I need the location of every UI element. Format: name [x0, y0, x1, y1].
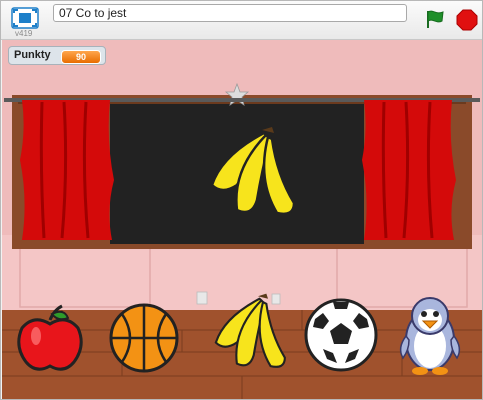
player-toolbar: v419 07 Co to jest	[1, 1, 482, 40]
score-label: Punkty	[14, 49, 51, 61]
green-flag-icon[interactable]	[423, 8, 445, 30]
penguin-sprite[interactable]	[395, 296, 465, 376]
banana-sprite	[210, 127, 296, 216]
stage[interactable]: Punkty 90	[2, 40, 482, 399]
score-monitor: Punkty 90	[8, 46, 106, 65]
apple-sprite[interactable]	[14, 302, 86, 374]
score-value: 90	[61, 50, 101, 64]
stop-icon[interactable]	[456, 9, 478, 31]
project-title-field[interactable]: 07 Co to jest	[53, 4, 407, 22]
fullscreen-icon[interactable]	[11, 7, 39, 29]
soccer-ball-sprite[interactable]	[303, 297, 379, 373]
scratch-player: v419 07 Co to jest Punkty 90	[0, 0, 483, 400]
version-label: v419	[15, 29, 33, 38]
basketball-sprite[interactable]	[108, 302, 180, 374]
banana-choice-sprite[interactable]	[207, 292, 292, 372]
